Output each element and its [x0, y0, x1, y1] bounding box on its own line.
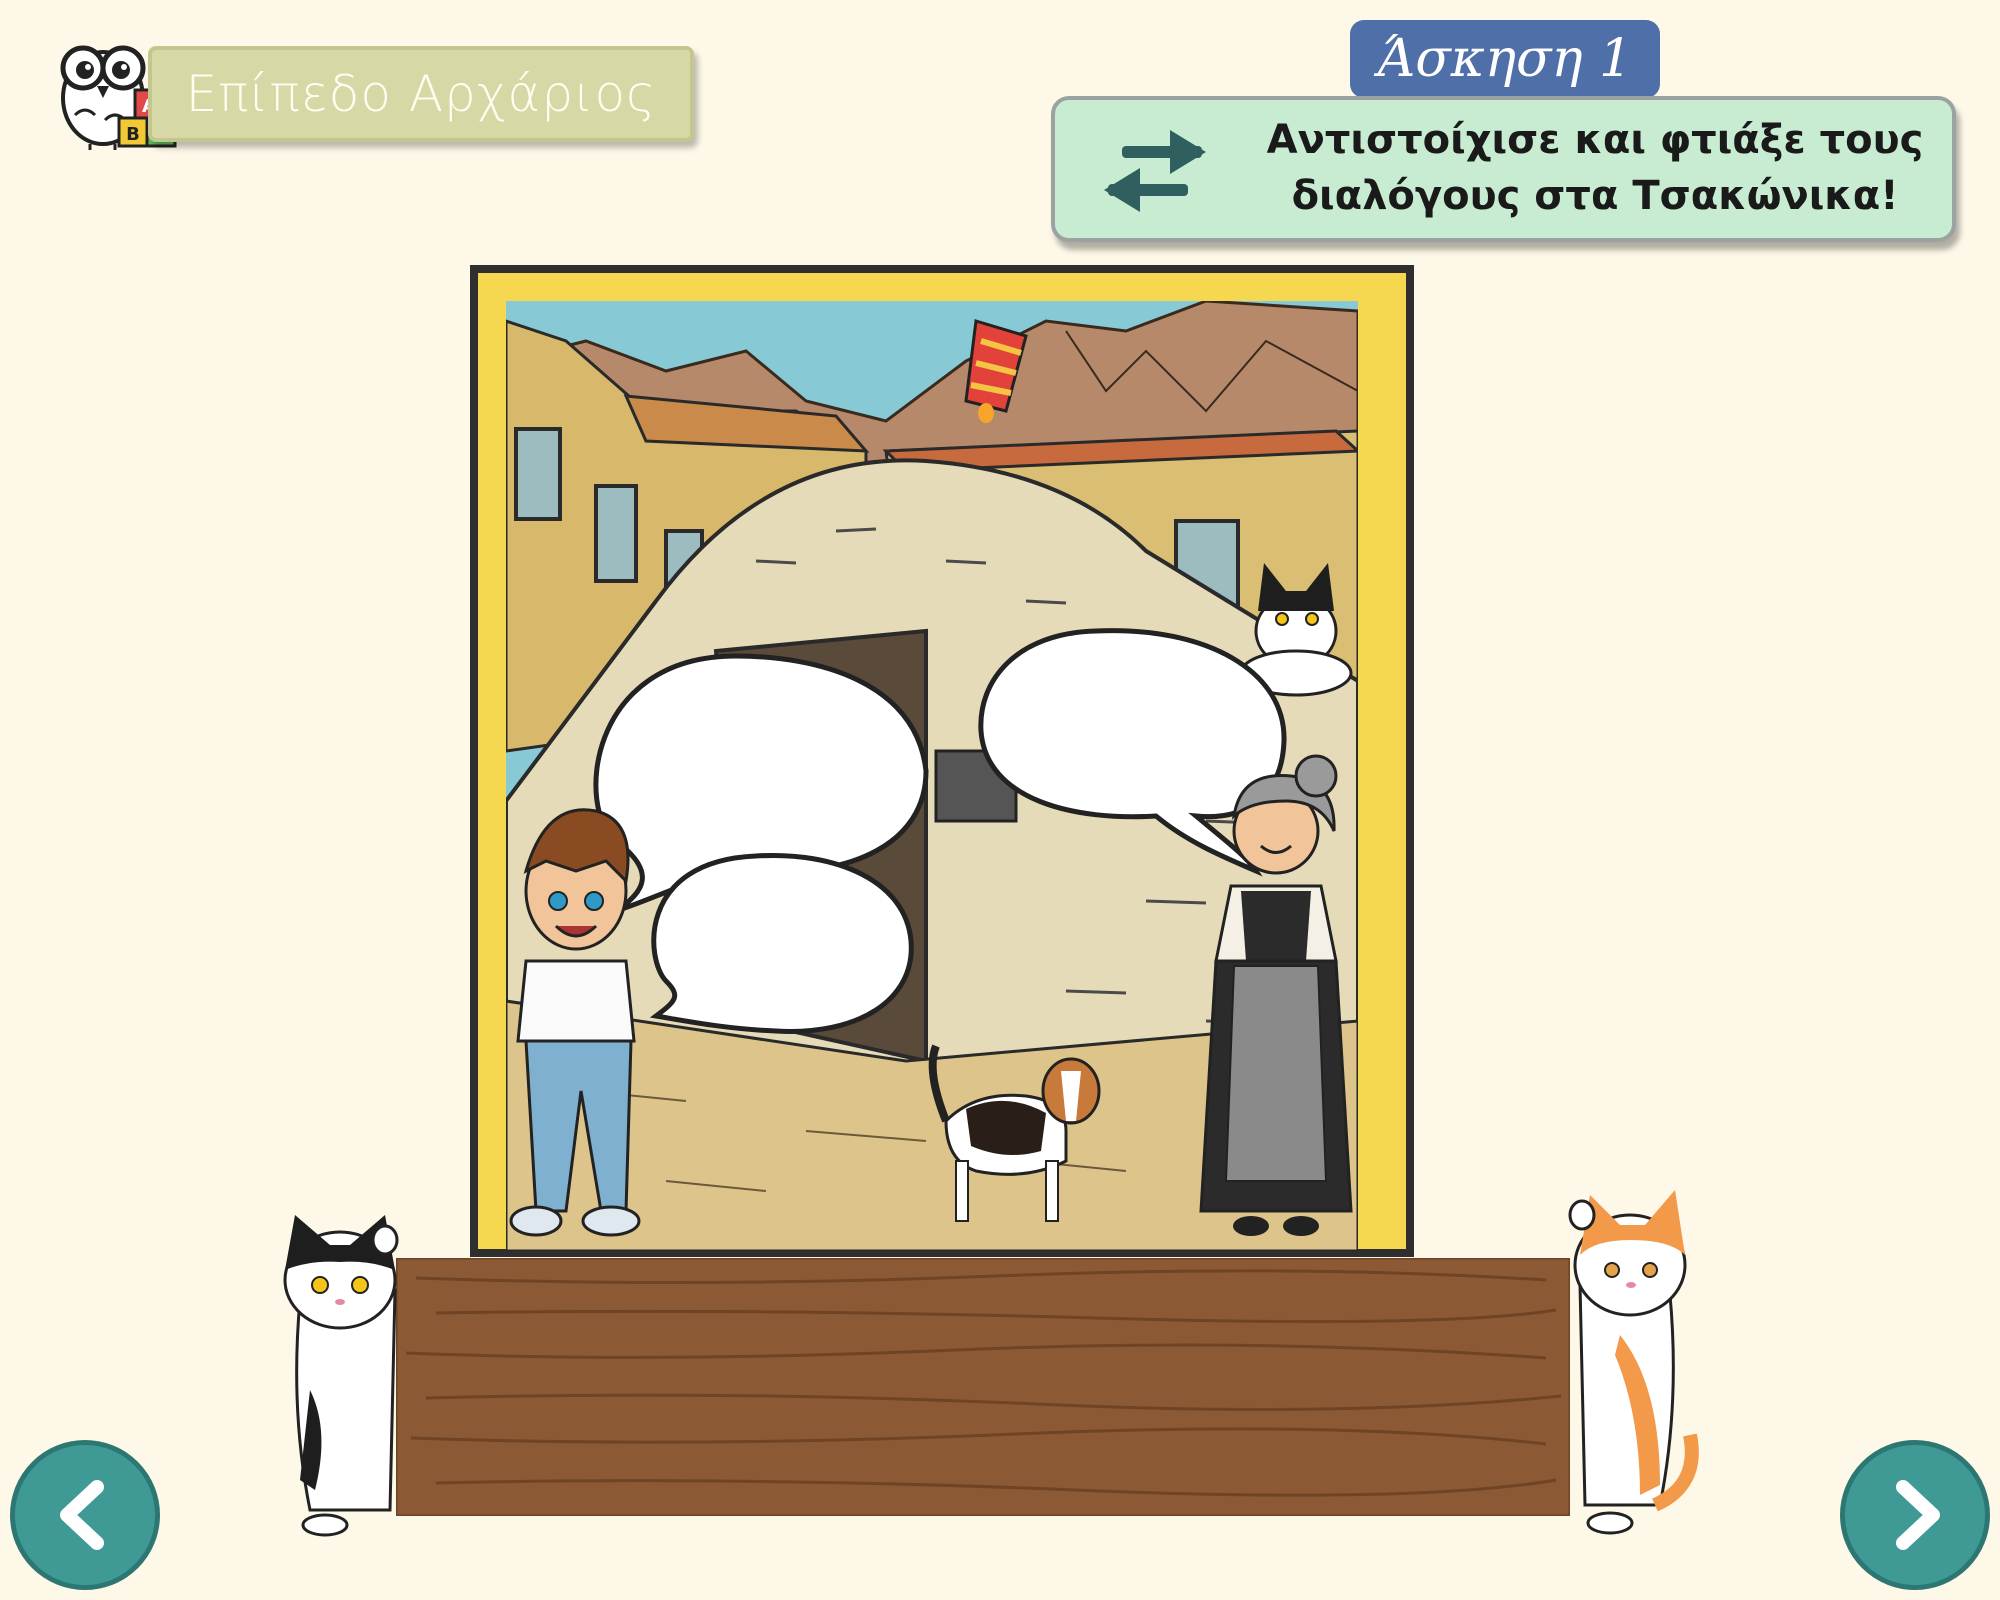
- exercise-title-text: Άσκηση 1: [1377, 29, 1633, 89]
- black-white-cat-left-icon: [283, 1215, 399, 1537]
- instruction-line-2: διαλόγους στα Τσακώνικα!: [1291, 173, 1899, 219]
- instruction-box: Αντιστοίχισε και φτιάξε τους διαλόγους σ…: [1051, 96, 1956, 242]
- chevron-left-icon: [60, 1480, 104, 1550]
- comic-panel: [470, 265, 1414, 1257]
- instruction-text: Αντιστοίχισε και φτιάξε τους διαλόγους σ…: [1255, 112, 1935, 224]
- exercise-title: Άσκηση 1: [1350, 20, 1660, 98]
- block-letter-beta: Β: [126, 124, 140, 145]
- comic-panel-frame: [478, 273, 1406, 1251]
- next-button[interactable]: [1840, 1440, 1990, 1590]
- previous-button[interactable]: [10, 1440, 160, 1590]
- wooden-shelf: [396, 1258, 1570, 1516]
- level-badge: Επίπεδο Αρχάριος: [148, 46, 694, 142]
- village-scene-illustration: [506, 301, 1358, 1251]
- speech-bubble-3[interactable]: [649, 852, 914, 1034]
- instruction-line-1: Αντιστοίχισε και φτιάξε τους: [1266, 117, 1924, 163]
- swap-arrows-icon: [1104, 130, 1206, 212]
- chevron-right-icon: [1896, 1480, 1940, 1550]
- level-label: Επίπεδο Αρχάριος: [185, 65, 657, 123]
- orange-cat-right-icon: [1568, 1190, 1699, 1535]
